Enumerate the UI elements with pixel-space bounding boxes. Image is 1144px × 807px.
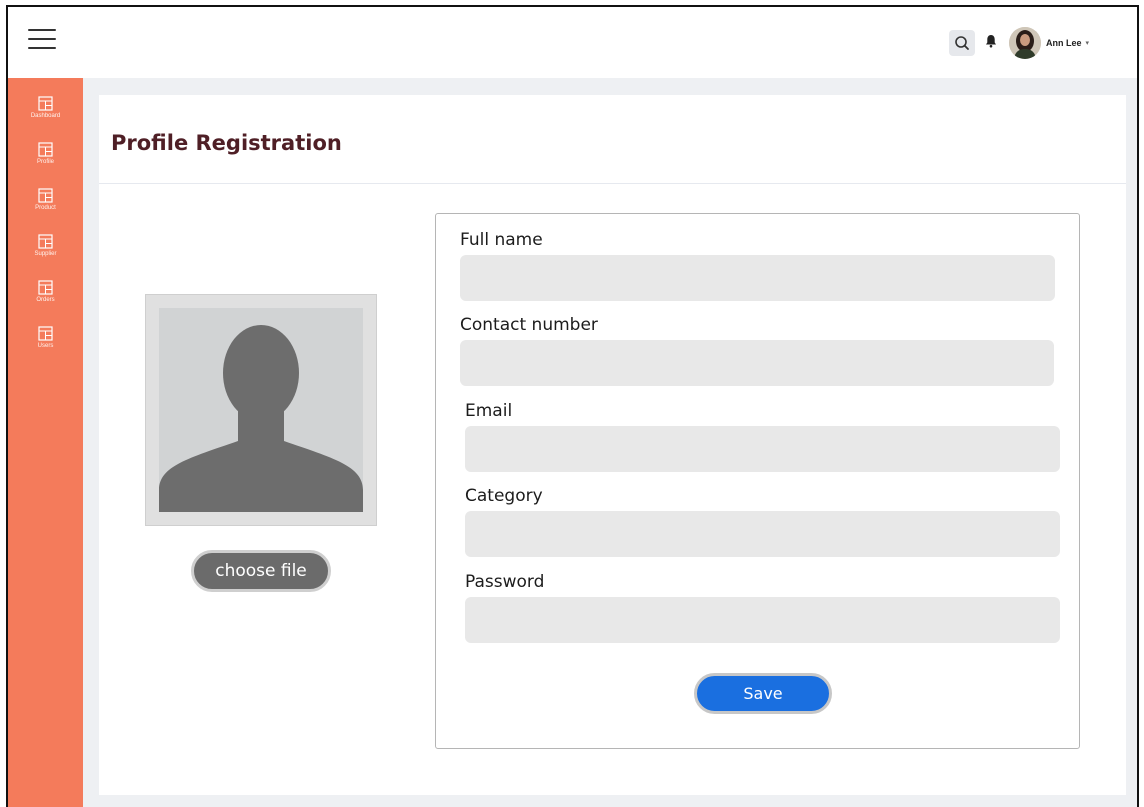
registration-form: Full name Contact number Email Category … (435, 213, 1080, 749)
main-card: Profile Registration choose file Full na… (99, 95, 1126, 795)
header-actions: Ann Lee ▾ (948, 25, 1089, 61)
sidebar-item-label: Product (35, 205, 56, 211)
sidebar-item-profile[interactable]: Profile (8, 142, 83, 166)
profile-photo-frame (145, 294, 377, 526)
contact-number-input[interactable] (460, 340, 1054, 386)
full-name-label: Full name (460, 230, 543, 250)
sidebar-item-dashboard[interactable]: Dashboard (8, 96, 83, 120)
sidebar-item-label: Profile (36, 159, 54, 165)
full-name-input[interactable] (460, 255, 1055, 301)
category-label: Category (465, 486, 543, 506)
sidebar-item-product[interactable]: Product (8, 188, 83, 212)
save-button[interactable]: Save (694, 673, 832, 714)
user-name[interactable]: Ann Lee (1046, 38, 1082, 48)
grid-icon (38, 188, 53, 203)
password-input[interactable] (465, 597, 1060, 643)
bell-icon[interactable] (985, 34, 997, 53)
contact-number-label: Contact number (460, 315, 598, 335)
grid-icon (38, 280, 53, 295)
email-label: Email (465, 401, 513, 421)
sidebar-item-label: Orders (36, 297, 55, 303)
grid-icon (38, 234, 53, 249)
sidebar: Dashboard Profile Product Supplier Order… (8, 78, 83, 807)
sidebar-item-supplier[interactable]: Supplier (8, 234, 83, 258)
grid-icon (38, 96, 53, 111)
avatar-placeholder-icon (159, 308, 363, 512)
divider (99, 183, 1126, 184)
sidebar-item-label: Users (37, 343, 54, 349)
choose-file-button[interactable]: choose file (191, 550, 331, 592)
chevron-down-icon[interactable]: ▾ (1085, 39, 1089, 47)
password-label: Password (465, 572, 545, 592)
sidebar-item-users[interactable]: Users (8, 326, 83, 350)
top-bar: Ann Lee ▾ (8, 7, 1137, 78)
email-input[interactable] (465, 426, 1060, 472)
page-title: Profile Registration (111, 131, 342, 155)
grid-icon (38, 326, 53, 341)
avatar[interactable] (1008, 27, 1041, 59)
search-icon[interactable] (948, 30, 975, 56)
category-input[interactable] (465, 511, 1060, 557)
grid-icon (38, 142, 53, 157)
hamburger-icon[interactable] (28, 29, 56, 51)
sidebar-item-label: Dashboard (30, 113, 61, 119)
sidebar-item-orders[interactable]: Orders (8, 280, 83, 304)
sidebar-item-label: Supplier (34, 251, 57, 257)
app-window: Ann Lee ▾ Dashboard Profile Product Supp… (6, 5, 1139, 807)
